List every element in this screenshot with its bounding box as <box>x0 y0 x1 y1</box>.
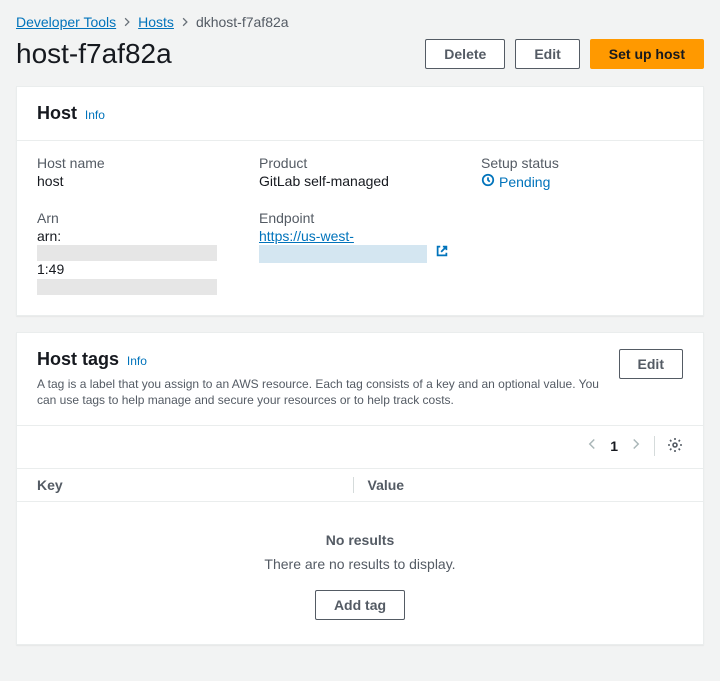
label-host-name: Host name <box>37 155 239 171</box>
page-title: host-f7af82a <box>16 38 172 70</box>
edit-button[interactable]: Edit <box>515 39 579 69</box>
gear-icon[interactable] <box>667 437 683 456</box>
add-tag-button[interactable]: Add tag <box>315 590 405 620</box>
pager-prev[interactable] <box>586 437 598 455</box>
host-panel-header: Host Info <box>17 87 703 141</box>
host-panel-title: Host <box>37 103 77 123</box>
prop-arn: Arn arn: 1:49 <box>37 210 239 295</box>
pager-next[interactable] <box>630 437 642 455</box>
value-setup-status: Pending <box>481 173 550 190</box>
arn-suffix: 1:49 <box>37 261 64 277</box>
info-link[interactable]: Info <box>127 354 147 368</box>
empty-title: No results <box>17 532 703 548</box>
prop-host-name: Host name host <box>37 155 239 190</box>
label-setup-status: Setup status <box>481 155 683 171</box>
page-header: host-f7af82a Delete Edit Set up host <box>0 38 720 86</box>
info-link[interactable]: Info <box>85 108 105 122</box>
label-endpoint: Endpoint <box>259 210 461 226</box>
endpoint-link[interactable]: https://us-west- <box>259 228 354 244</box>
divider <box>654 436 655 456</box>
col-key[interactable]: Key <box>37 477 353 493</box>
label-product: Product <box>259 155 461 171</box>
pager-page: 1 <box>610 438 618 454</box>
edit-tags-button[interactable]: Edit <box>619 349 683 379</box>
delete-button[interactable]: Delete <box>425 39 505 69</box>
redacted-block <box>37 245 217 261</box>
empty-subtitle: There are no results to display. <box>17 556 703 572</box>
value-product: GitLab self-managed <box>259 173 461 189</box>
external-link-icon[interactable] <box>435 245 449 261</box>
tags-description: A tag is a label that you assign to an A… <box>37 376 603 410</box>
tags-table-header: Key Value <box>17 468 703 502</box>
prop-endpoint: Endpoint https://us-west- <box>259 210 461 295</box>
chevron-right-icon <box>180 14 190 30</box>
breadcrumb-current: dkhost-f7af82a <box>196 14 289 30</box>
redacted-block <box>259 245 427 263</box>
host-tags-header: Host tags Info A tag is a label that you… <box>17 333 703 427</box>
breadcrumb-link-devtools[interactable]: Developer Tools <box>16 14 116 30</box>
breadcrumb-link-hosts[interactable]: Hosts <box>138 14 174 30</box>
host-tags-panel: Host tags Info A tag is a label that you… <box>16 332 704 646</box>
value-arn: arn: 1:49 <box>37 228 239 295</box>
prop-product: Product GitLab self-managed <box>259 155 461 190</box>
host-panel: Host Info Host name host Product GitLab … <box>16 86 704 316</box>
value-host-name: host <box>37 173 239 189</box>
col-value[interactable]: Value <box>353 477 684 493</box>
setup-host-button[interactable]: Set up host <box>590 39 704 69</box>
host-panel-body: Host name host Product GitLab self-manag… <box>17 141 703 315</box>
tags-empty-state: No results There are no results to displ… <box>17 502 703 644</box>
host-tags-title: Host tags <box>37 349 119 369</box>
pager: 1 <box>17 426 703 468</box>
chevron-right-icon <box>122 14 132 30</box>
header-actions: Delete Edit Set up host <box>425 39 704 69</box>
breadcrumb: Developer Tools Hosts dkhost-f7af82a <box>0 12 720 38</box>
label-arn: Arn <box>37 210 239 226</box>
status-text: Pending <box>499 174 550 190</box>
redacted-block <box>37 279 217 295</box>
prop-setup-status: Setup status Pending <box>481 155 683 190</box>
arn-prefix: arn: <box>37 228 61 244</box>
pending-icon <box>481 173 495 190</box>
